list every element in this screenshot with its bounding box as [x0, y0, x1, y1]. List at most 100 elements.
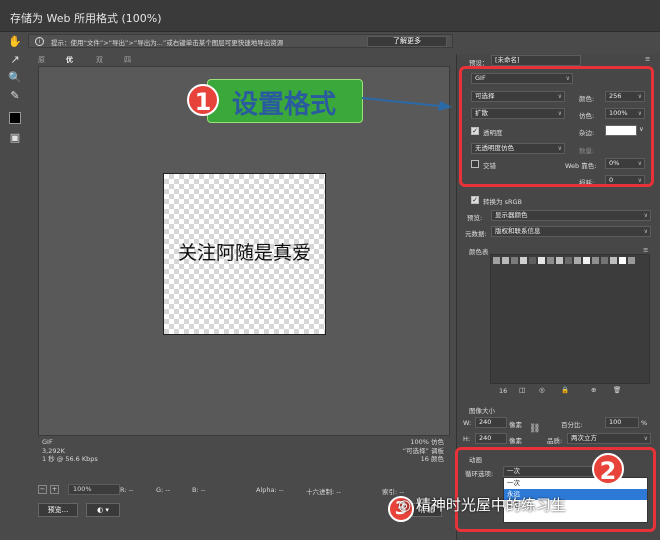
- info-palette: “可选择” 调板: [402, 446, 444, 455]
- preview-button[interactable]: 预览...: [38, 503, 78, 517]
- zoom-out-icon[interactable]: −: [38, 485, 47, 494]
- image-text: 关注阿随是真爱: [177, 242, 311, 264]
- preview-select[interactable]: 显示器颜色 ∨: [491, 210, 651, 221]
- color-swatch[interactable]: [574, 257, 581, 264]
- info-speed: 1 秒 @ 56.6 Kbps: [42, 455, 98, 463]
- watermark: ◎ 精神时光屋中的练习生: [398, 494, 566, 515]
- g-readout: G: --: [156, 486, 170, 494]
- watermark-text: 精神时光屋中的练习生: [415, 496, 566, 514]
- hint-bar: i 提示：使用“文件”>“导出”>“导出为...”或右键单击某个图层可更快速地导…: [28, 34, 453, 48]
- web-shift-icon[interactable]: ◎: [539, 386, 545, 394]
- h-label: H:: [463, 435, 471, 443]
- chevron-down-icon: ∨: [643, 228, 648, 235]
- b-readout: B: --: [192, 486, 206, 494]
- metadata-value: 版权和联系信息: [495, 227, 541, 235]
- toolbar: ✋ ↗ 🔍 ✎ ▣: [6, 34, 24, 184]
- preset-value: [未命名]: [495, 56, 520, 64]
- color-swatch[interactable]: [520, 257, 527, 264]
- color-swatch[interactable]: [502, 257, 509, 264]
- color-table-menu-icon[interactable]: ≡: [643, 246, 648, 254]
- w-label: W:: [463, 419, 472, 427]
- preset-select[interactable]: [未命名]: [491, 55, 581, 66]
- loop-option-once[interactable]: 一次: [504, 478, 647, 489]
- window-title: 存储为 Web 所用格式 (100%): [10, 12, 162, 25]
- color-swatch[interactable]: [628, 257, 635, 264]
- wechat-icon: ◎: [398, 496, 412, 514]
- info-size: 3,292K: [42, 446, 65, 455]
- eyedropper-icon[interactable]: ✎: [6, 88, 24, 104]
- color-swatch[interactable]: [547, 257, 554, 264]
- learn-more-button[interactable]: 了解更多: [367, 36, 447, 47]
- toggle-slices-icon[interactable]: ▣: [6, 130, 24, 146]
- color-swatch[interactable]: [592, 257, 599, 264]
- hint-text: 提示：使用“文件”>“导出”>“导出为...”或右键单击某个图层可更快速地导出资…: [51, 39, 284, 47]
- status-bar: − + 100% R: -- G: -- B: -- Alpha: -- 十六进…: [34, 483, 459, 497]
- map-color-icon[interactable]: ◫: [519, 386, 525, 394]
- slice-select-icon[interactable]: ↗: [6, 52, 24, 68]
- format-settings-highlight: [459, 66, 654, 187]
- color-count: 16: [499, 387, 508, 395]
- alpha-readout: Alpha: --: [256, 486, 284, 494]
- image-info: GIF 3,292K 1 秒 @ 56.6 Kbps 100% 仿色 “可选择”…: [42, 438, 450, 474]
- srgb-label: 转换为 sRGB: [483, 198, 522, 206]
- r-readout: R: --: [120, 486, 134, 494]
- lock-color-icon[interactable]: 🔒: [561, 386, 569, 394]
- hex-readout: 十六进制: --: [306, 488, 341, 496]
- hand-tool-icon[interactable]: ✋: [6, 34, 24, 50]
- color-swatch[interactable]: [583, 257, 590, 264]
- color-swatch[interactable]: [619, 257, 626, 264]
- percent-input[interactable]: 100: [605, 417, 639, 428]
- height-value: 240: [479, 434, 492, 442]
- percent-label: 百分比:: [561, 421, 583, 429]
- quality-select[interactable]: 两次立方 ∨: [567, 433, 651, 444]
- callout-number-1: 1: [187, 84, 219, 116]
- color-swatch[interactable]: [565, 257, 572, 264]
- preview-image: 关注阿随是真爱: [163, 173, 326, 335]
- browser-icon: ◐ ▾: [97, 506, 109, 514]
- link-icon[interactable]: ⛓: [529, 424, 540, 434]
- color-swatch-icon[interactable]: [6, 110, 24, 126]
- new-color-icon[interactable]: ⊕: [591, 386, 596, 394]
- height-input[interactable]: 240: [475, 433, 507, 444]
- preview-value: 显示器颜色: [495, 211, 528, 219]
- color-swatch[interactable]: [556, 257, 563, 264]
- callout-text: 设置格式: [232, 90, 337, 120]
- image-size-label: 图像大小: [469, 407, 495, 415]
- color-swatch[interactable]: [511, 257, 518, 264]
- panel-menu-icon[interactable]: ≡: [645, 55, 650, 63]
- metadata-label: 元数据:: [465, 230, 487, 238]
- info-colors: 16 颜色: [420, 455, 444, 463]
- width-value: 240: [479, 418, 492, 426]
- width-input[interactable]: 240: [475, 417, 507, 428]
- color-swatch[interactable]: [610, 257, 617, 264]
- color-swatch[interactable]: [529, 257, 536, 264]
- info-format: GIF: [42, 438, 53, 446]
- callout-number-2: 2: [592, 453, 624, 485]
- info-icon: i: [35, 37, 44, 46]
- browser-preview-button[interactable]: ◐ ▾: [86, 503, 120, 517]
- color-swatch[interactable]: [601, 257, 608, 264]
- delete-color-icon[interactable]: 🗑: [613, 386, 621, 394]
- metadata-select[interactable]: 版权和联系信息 ∨: [491, 226, 651, 237]
- quality-value: 两次立方: [571, 434, 597, 442]
- callout-arrow: [361, 97, 452, 111]
- info-dither: 100% 仿色: [410, 438, 444, 446]
- chevron-down-icon: ∨: [643, 212, 648, 219]
- title-bar: 存储为 Web 所用格式 (100%): [0, 0, 660, 32]
- preview-label: 预览:: [467, 214, 483, 222]
- zoom-in-icon[interactable]: +: [50, 485, 59, 494]
- color-swatch[interactable]: [493, 257, 500, 264]
- percent-value: 100: [609, 418, 622, 426]
- quality-label: 品质:: [547, 437, 563, 445]
- color-swatch[interactable]: [538, 257, 545, 264]
- chevron-down-icon: ∨: [643, 435, 648, 442]
- color-table-label: 颜色表: [469, 248, 489, 256]
- color-table[interactable]: [490, 254, 650, 384]
- w-unit: 像素: [509, 421, 522, 429]
- h-unit: 像素: [509, 437, 522, 445]
- callout-set-format: 设置格式: [207, 79, 363, 123]
- zoom-tool-icon[interactable]: 🔍: [6, 70, 24, 86]
- srgb-checkbox[interactable]: ✓: [471, 196, 479, 204]
- zoom-select[interactable]: 100%: [68, 484, 120, 495]
- percent-unit: %: [641, 419, 648, 427]
